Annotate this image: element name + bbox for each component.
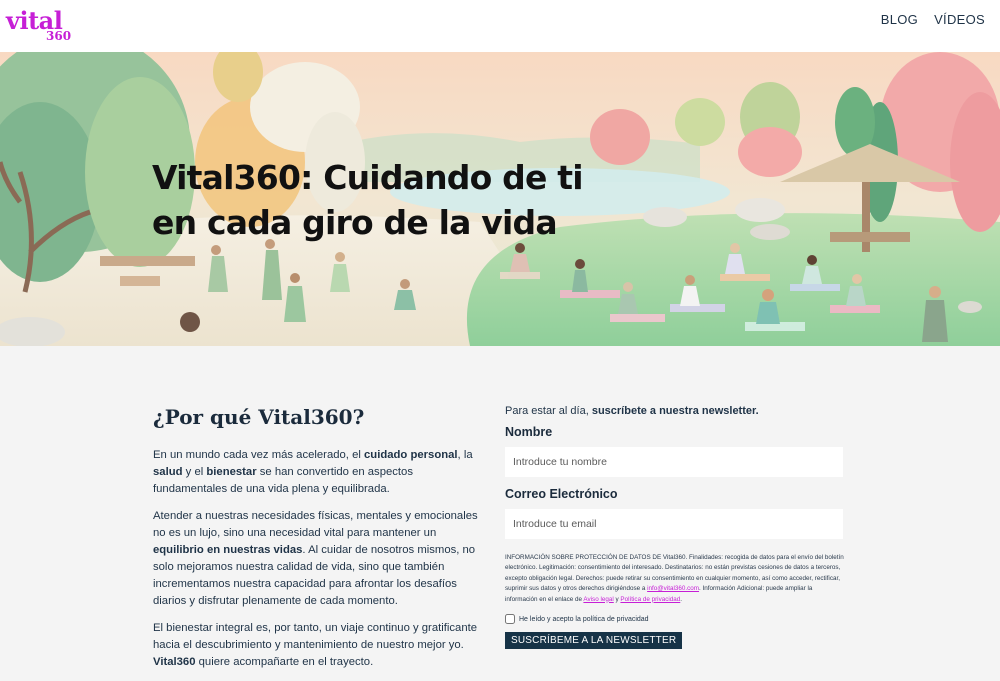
- text: , la: [457, 449, 473, 461]
- emphasis-equilibrio: equilibrio en nuestras vidas: [153, 544, 303, 556]
- logo-number: 360: [46, 29, 72, 43]
- emphasis-vital360: Vital360: [153, 656, 196, 668]
- hero-title: Vital360: Cuidando de ti en cada giro de…: [152, 155, 612, 245]
- emphasis-salud: salud: [153, 466, 183, 478]
- hero-title-line2: en cada giro de la vida: [152, 203, 558, 242]
- email-input[interactable]: [505, 509, 843, 539]
- privacy-consent-label: He leído y acepto la política de privaci…: [519, 615, 649, 623]
- site-logo[interactable]: vital 360: [6, 6, 76, 46]
- newsletter-form: Para estar al día, suscríbete a nuestra …: [505, 405, 845, 650]
- legal-notice-link[interactable]: Aviso legal: [583, 596, 613, 603]
- why-paragraph-1: En un mundo cada vez más acelerado, el c…: [153, 447, 483, 498]
- privacy-policy-link[interactable]: Política de privacidad: [620, 596, 680, 603]
- text: quiere acompañarte en el trayecto.: [195, 656, 374, 668]
- why-section: ¿Por qué Vital360? En un mundo cada vez …: [153, 405, 483, 681]
- emphasis-cuidado-personal: cuidado personal: [364, 449, 458, 461]
- main-nav: BLOG VÍDEOS: [881, 12, 985, 27]
- privacy-consent[interactable]: He leído y acepto la política de privaci…: [505, 614, 845, 625]
- newsletter-intro-bold: suscríbete a nuestra newsletter.: [591, 405, 759, 417]
- privacy-checkbox[interactable]: [505, 614, 515, 625]
- text: El bienestar integral es, por tanto, un …: [153, 622, 478, 651]
- contact-email-link[interactable]: info@vital360.com: [647, 585, 699, 592]
- text: Para estar al día,: [505, 405, 592, 417]
- why-paragraph-2: Atender a nuestras necesidades físicas, …: [153, 508, 483, 610]
- why-title: ¿Por qué Vital360?: [153, 405, 365, 429]
- emphasis-bienestar: bienestar: [206, 466, 257, 478]
- name-input[interactable]: [505, 447, 843, 477]
- hero-banner: Vital360: Cuidando de ti en cada giro de…: [0, 52, 1000, 346]
- hero-title-line1: Vital360: Cuidando de ti: [152, 158, 584, 197]
- text: En un mundo cada vez más acelerado, el: [153, 449, 365, 461]
- newsletter-intro: Para estar al día, suscríbete a nuestra …: [505, 405, 845, 417]
- subscribe-button[interactable]: SUSCRÍBEME A LA NEWSLETTER: [505, 632, 683, 650]
- why-paragraph-3: El bienestar integral es, por tanto, un …: [153, 620, 483, 671]
- privacy-notice: INFORMACIÓN SOBRE PROTECCIÓN DE DATOS DE…: [505, 553, 845, 605]
- name-label: Nombre: [505, 425, 553, 439]
- email-label: Correo Electrónico: [505, 487, 618, 501]
- text: .: [680, 595, 683, 603]
- site-header: vital 360 BLOG VÍDEOS: [0, 0, 1000, 52]
- text: Atender a nuestras necesidades físicas, …: [153, 510, 478, 539]
- text: y el: [182, 466, 207, 478]
- nav-videos[interactable]: VÍDEOS: [934, 12, 985, 27]
- nav-blog[interactable]: BLOG: [881, 12, 918, 27]
